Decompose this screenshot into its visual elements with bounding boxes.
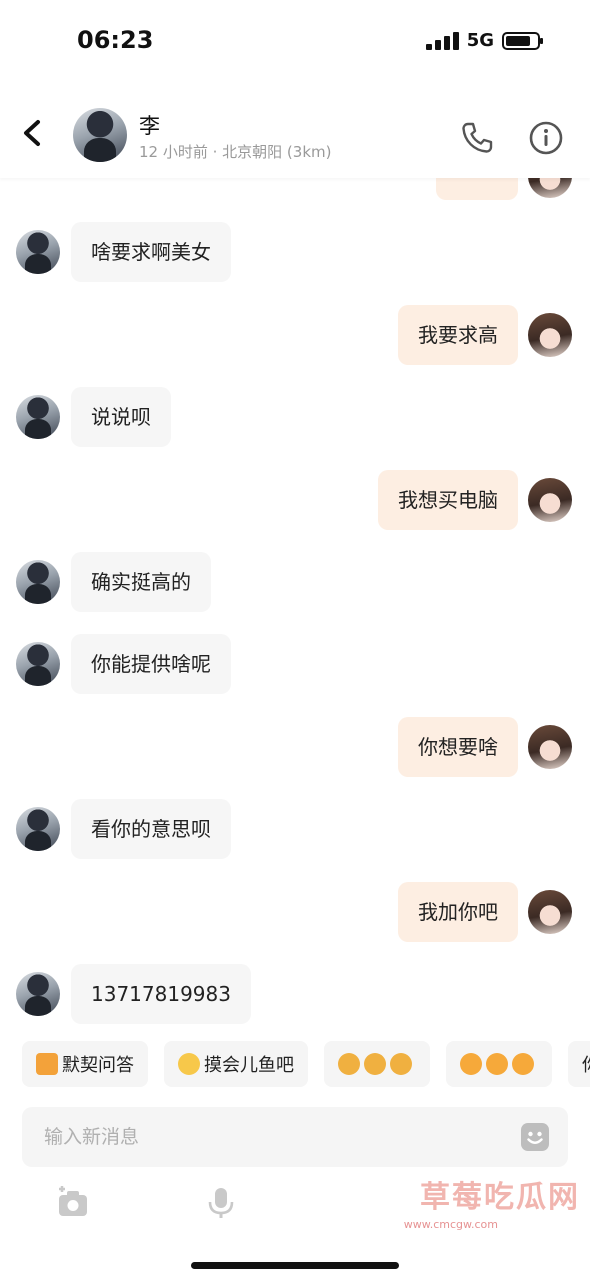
contact-message-avatar[interactable] (16, 395, 60, 439)
info-icon[interactable] (528, 120, 564, 156)
fish-emoji-icon (178, 1053, 200, 1075)
emoji-icon[interactable] (520, 1122, 550, 1152)
quick-reply-chip[interactable] (324, 1041, 430, 1087)
sticker-emoji-icon (338, 1053, 360, 1075)
message-list[interactable]: 啥要求啊美女 我要求高 说说呗 我想买电脑 确实挺高的 你能提供啥呢 你想要啥 … (0, 178, 590, 1038)
message-bubble[interactable]: 你能提供啥呢 (71, 634, 231, 694)
watermark: 草莓吃瓜网 (420, 1180, 580, 1215)
my-avatar[interactable] (528, 178, 572, 198)
contact-message-avatar[interactable] (16, 560, 60, 604)
signal-icon (425, 31, 459, 50)
message-bubble[interactable]: 我加你吧 (398, 882, 518, 942)
sticker-emoji-icon (390, 1053, 412, 1075)
message-bubble[interactable]: 看你的意思呗 (71, 799, 231, 859)
contact-message-avatar[interactable] (16, 230, 60, 274)
quick-reply-bar[interactable]: 默契问答 摸会儿鱼吧 你 (0, 1041, 590, 1089)
message-bubble[interactable]: 确实挺高的 (71, 552, 211, 612)
contact-message-avatar[interactable] (16, 807, 60, 851)
message-input-bar (22, 1107, 568, 1167)
message-bubble[interactable]: 我想买电脑 (378, 470, 518, 530)
message-bubble[interactable]: 13717819983 (71, 964, 251, 1024)
message-input[interactable] (44, 1107, 504, 1167)
home-indicator[interactable] (191, 1262, 399, 1269)
quick-reply-label: 你 (582, 1051, 590, 1077)
chat-header: 李 12 小时前 · 北京朝阳 (3km) (0, 96, 590, 178)
message-row (0, 178, 590, 202)
quick-reply-chip[interactable] (446, 1041, 552, 1087)
sticker-emoji-icon (364, 1053, 386, 1075)
message-bubble[interactable]: 我要求高 (398, 305, 518, 365)
network-label: 5G (466, 30, 494, 51)
sticker-emoji-icon (512, 1053, 534, 1075)
quick-reply-label: 摸会儿鱼吧 (204, 1055, 294, 1076)
watermark-url: www.cmcgw.com (403, 1218, 498, 1231)
my-avatar[interactable] (528, 725, 572, 769)
quick-reply-chip[interactable]: 你 (568, 1041, 590, 1087)
message-bubble[interactable]: 你想要啥 (398, 717, 518, 777)
contact-message-avatar[interactable] (16, 972, 60, 1016)
battery-icon (502, 31, 543, 50)
message-bubble-partial (436, 178, 518, 200)
phone-icon[interactable] (460, 121, 494, 155)
camera-icon[interactable] (56, 1186, 90, 1220)
contact-name[interactable]: 李 (139, 110, 160, 140)
my-avatar[interactable] (528, 313, 572, 357)
my-avatar[interactable] (528, 890, 572, 934)
contact-status: 12 小时前 · 北京朝阳 (3km) (139, 143, 332, 161)
pencil-note-icon (36, 1053, 58, 1075)
message-bubble[interactable]: 啥要求啊美女 (71, 222, 231, 282)
quick-reply-chip[interactable]: 默契问答 (22, 1041, 148, 1087)
microphone-icon[interactable] (204, 1186, 238, 1220)
message-bubble[interactable]: 说说呗 (71, 387, 171, 447)
contact-avatar[interactable] (73, 108, 127, 162)
status-indicators: 5G (425, 30, 543, 51)
quick-reply-chip[interactable]: 摸会儿鱼吧 (164, 1041, 308, 1087)
sticker-emoji-icon (460, 1053, 482, 1075)
quick-reply-label: 默契问答 (62, 1055, 134, 1076)
contact-message-avatar[interactable] (16, 642, 60, 686)
status-time: 06:23 (77, 26, 154, 54)
back-icon[interactable] (20, 118, 44, 148)
my-avatar[interactable] (528, 478, 572, 522)
sticker-emoji-icon (486, 1053, 508, 1075)
status-bar: 06:23 5G (0, 0, 590, 80)
